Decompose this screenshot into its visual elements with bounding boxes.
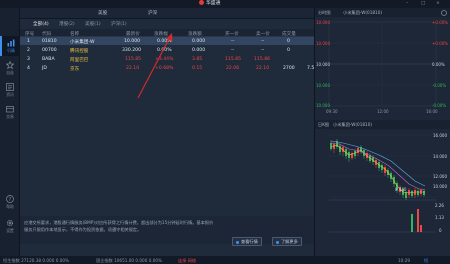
ts-price-label: 10.000 [316, 20, 330, 25]
chart-panel: 分时图 小米集团-W(01810) 10.000 10.000 10.000 1… [314, 8, 450, 256]
kline-candles [330, 139, 425, 200]
kline-level-label: 14.000 [433, 154, 447, 159]
cell-volume: 0 [287, 48, 290, 53]
market-nav: 美股 沪深 [20, 8, 314, 19]
maximize-button[interactable]: □ [421, 1, 425, 6]
cell-ask: 22.10 [256, 66, 270, 71]
info-icon [276, 240, 279, 244]
sidebar-item-label: 帮助 [6, 204, 14, 209]
cell-change: 0.000 [192, 39, 206, 44]
kline-level-label: 10.000 [433, 184, 447, 189]
cell-change: 0.000 [192, 48, 206, 53]
ts-pct-label: -0.00% [432, 103, 447, 108]
tab-us-stocks[interactable]: 美股 [98, 10, 107, 16]
news-icon [6, 83, 14, 91]
volume-bars [411, 209, 422, 232]
kline-stock: 小米集团-W(01810) [333, 122, 372, 127]
ts-pct-label: +0.00% [432, 41, 449, 46]
cell-bid: -- [231, 39, 235, 44]
ts-pct-label: -0.00% [432, 83, 447, 88]
tab-sh-sz[interactable]: 沪深 [148, 10, 157, 16]
tab-all[interactable]: 全部(4) [33, 21, 49, 27]
sidebar-item-watchlist[interactable]: 自选 [0, 58, 20, 78]
timeshare-stock: 小米集团-W(01810) [343, 10, 382, 15]
connection-status: 连接 网络 [178, 258, 197, 263]
sidebar-item-label: 自选 [6, 70, 14, 75]
view-quote-button[interactable]: 查看行情 [232, 237, 262, 246]
ts-time-label: 12:00 [377, 109, 389, 114]
tab-hk[interactable]: 港股(2) [59, 21, 75, 27]
ts-time-label: 16:00 [426, 109, 438, 114]
volume-level-label: 2.26 [435, 203, 444, 208]
kline-low-marker: 8.440 [395, 187, 407, 192]
volume-level-label: 1.13 [435, 215, 444, 220]
sidebar-item-trade[interactable]: 交易 [0, 102, 20, 122]
svg-text:?: ? [9, 197, 12, 203]
disclaimer-text: 应港交所要求，港股通行情服务(BMP)对应所获得之行情计费，超出部分为15分钟延… [24, 220, 214, 232]
sidebar: 行情 自选 资讯 交易 ? 帮助 设置 [0, 8, 20, 256]
help-icon: ? [6, 195, 14, 203]
timeshare-title: 分时图 [318, 10, 331, 15]
market-badge[interactable]: 恒 [424, 258, 428, 264]
app-logo: 华盛通 [199, 0, 220, 8]
cell-bid: -- [231, 48, 235, 53]
app-name: 华盛通 [206, 1, 221, 6]
volume-level-label: 0 [439, 228, 442, 233]
cell-ask: -- [261, 39, 265, 44]
close-button[interactable]: × [436, 1, 440, 6]
trade-icon [6, 106, 14, 113]
cell-change: 0.15 [192, 66, 203, 71]
status-bar: 恒生指数 27120.38 0.000 0.00% 国企指数 10651.00 … [0, 256, 450, 264]
ts-price-label: 10.000 [316, 62, 330, 67]
sidebar-item-label: 交易 [6, 114, 14, 119]
cell-bid: 115.85 [225, 57, 242, 62]
tab-cn[interactable]: 沪深(1) [111, 21, 127, 27]
cell-volume: 2700 [283, 66, 295, 71]
chart-icon [7, 39, 15, 47]
cell-bid: 22.06 [226, 66, 240, 71]
sidebar-item-market[interactable]: 行情 [0, 36, 20, 56]
star-icon [6, 61, 14, 69]
learn-more-button[interactable]: 了解更多 [272, 237, 302, 246]
ts-price-label: 10.000 [316, 103, 330, 108]
sidebar-item-label: 资讯 [6, 92, 14, 97]
kline-chart [330, 139, 426, 232]
chart-settings-icon[interactable] [440, 9, 448, 17]
cell-ask: -- [261, 48, 265, 53]
sidebar-item-label: 行情 [7, 48, 15, 53]
hsi-index[interactable]: 恒生指数 27120.38 0.000 0.00% [3, 258, 69, 264]
learn-more-label: 了解更多 [281, 239, 298, 244]
cell-volume: 0 [287, 39, 290, 44]
info-icon [236, 240, 239, 244]
view-quote-label: 查看行情 [241, 239, 258, 244]
ts-price-label: 10.000 [316, 41, 330, 46]
ts-pct-label: +0.00% [432, 20, 449, 25]
ts-price-label: 10.000 [316, 83, 330, 88]
hsi-index-text: 恒生指数 27120.38 0.000 0.00% [3, 258, 70, 263]
gear-icon [6, 219, 14, 227]
sidebar-item-news[interactable]: 资讯 [0, 80, 20, 100]
sidebar-item-label: 设置 [6, 228, 14, 233]
tab-us[interactable]: 美股(1) [85, 21, 101, 27]
kline-level-label: 12.000 [433, 174, 447, 179]
kline-title: 日K图 [318, 122, 330, 127]
cell-change: 3.85 [192, 57, 203, 62]
logo-icon [199, 0, 204, 5]
watchlist-tabs: 全部(4) 港股(2) 美股(1) 沪深(1) [20, 19, 314, 28]
hscei-index-text: 国企指数 10651.00 0.000 0.00% [96, 258, 163, 263]
ts-pct-label: 0.00% [432, 62, 445, 67]
disclaimer-notice: 应港交所要求，港股通行情服务(BMP)对应所获得之行情计费，超出部分为15分钟延… [20, 216, 314, 244]
sidebar-item-help[interactable]: ? 帮助 [0, 192, 20, 212]
kline-level-label: 16.000 [433, 133, 447, 138]
ts-time-label: 09:30 [326, 109, 338, 114]
clock: 10:29 [398, 258, 411, 263]
cell-ask: 115.86 [254, 57, 271, 62]
annotation-arrow [137, 33, 173, 99]
hscei-index[interactable]: 国企指数 10651.00 0.000 0.00% [96, 258, 162, 264]
minimize-button[interactable]: – [406, 1, 408, 6]
title-bar: 华盛通 – □ × [0, 0, 450, 8]
sidebar-item-settings[interactable]: 设置 [0, 216, 20, 236]
